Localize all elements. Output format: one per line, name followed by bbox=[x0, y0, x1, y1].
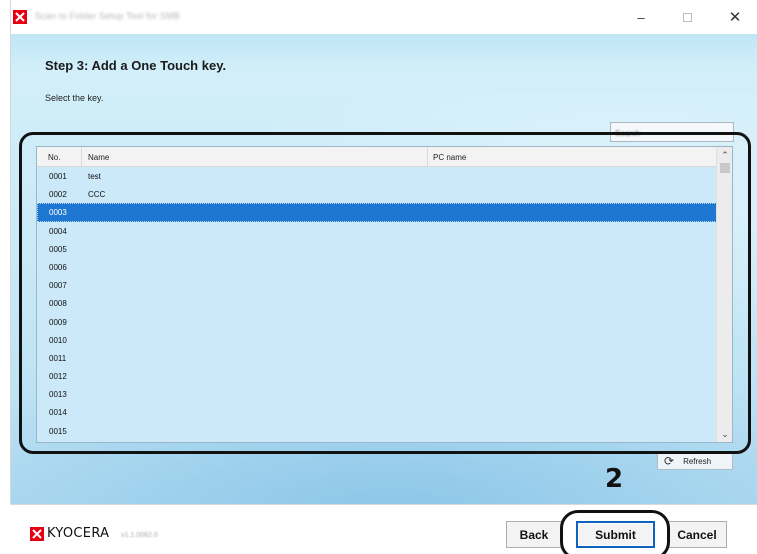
table-row[interactable]: 0013 bbox=[37, 385, 717, 403]
version-text: v1.1.0062.0 bbox=[121, 532, 158, 539]
row-number: 0007 bbox=[49, 281, 67, 291]
vertical-scrollbar[interactable]: ⌃ ⌄ bbox=[716, 147, 732, 442]
table-row[interactable]: 0011 bbox=[37, 349, 717, 367]
table-row[interactable]: 0004 bbox=[37, 222, 717, 240]
row-number: 0014 bbox=[49, 408, 67, 418]
callout-step-number: 2 bbox=[605, 464, 624, 494]
wizard-footer: KYOCERA v1.1.0062.0 Back Submit Cancel bbox=[10, 504, 757, 554]
table-header: No. Name PC name bbox=[37, 147, 717, 167]
table-row-selected[interactable]: 0003 bbox=[37, 203, 717, 222]
scroll-up-icon[interactable]: ⌃ bbox=[717, 147, 732, 163]
refresh-icon: ⟳ bbox=[664, 454, 675, 468]
column-header-no[interactable]: No. bbox=[48, 153, 60, 162]
row-number: 0001 bbox=[49, 172, 67, 181]
row-number: 0005 bbox=[49, 244, 67, 254]
kyocera-logo: KYOCERA bbox=[30, 526, 109, 541]
close-button[interactable]: ✕ bbox=[712, 0, 757, 34]
step-instruction: Select the key. bbox=[45, 93, 104, 103]
row-number: 0003 bbox=[49, 208, 67, 218]
table-row[interactable]: 0008 bbox=[37, 294, 717, 312]
column-header-name[interactable]: Name bbox=[88, 153, 109, 162]
cancel-button[interactable]: Cancel bbox=[667, 521, 727, 548]
row-number: 0012 bbox=[49, 372, 67, 382]
refresh-button[interactable]: ⟳ Refresh bbox=[657, 452, 733, 470]
kyocera-app-icon bbox=[13, 10, 27, 24]
maximize-button[interactable] bbox=[664, 0, 710, 34]
row-number: 0008 bbox=[49, 299, 67, 309]
column-divider[interactable] bbox=[81, 147, 82, 167]
table-row[interactable]: 0010 bbox=[37, 331, 717, 349]
title-bar: Scan to Folder Setup Tool for SMB – ✕ bbox=[11, 0, 757, 34]
table-row[interactable]: 0012 bbox=[37, 367, 717, 385]
row-number: 0002 bbox=[49, 190, 67, 200]
table-row[interactable]: 0009 bbox=[37, 313, 717, 331]
wizard-content: Step 3: Add a One Touch key. Select the … bbox=[11, 34, 757, 504]
minimize-button[interactable]: – bbox=[618, 0, 664, 34]
row-number: 0010 bbox=[49, 335, 67, 345]
step-title: Step 3: Add a One Touch key. bbox=[45, 58, 227, 73]
scrollbar-thumb[interactable] bbox=[720, 163, 730, 173]
table-row[interactable]: 0015 bbox=[37, 422, 717, 440]
row-name: test bbox=[88, 172, 101, 181]
column-header-pc-name[interactable]: PC name bbox=[433, 153, 466, 162]
maximize-icon bbox=[682, 12, 692, 22]
row-number: 0011 bbox=[49, 353, 67, 363]
table-row[interactable]: 0007 bbox=[37, 276, 717, 294]
row-number: 0006 bbox=[49, 262, 67, 272]
search-field[interactable] bbox=[610, 122, 734, 143]
row-number: 0015 bbox=[49, 426, 67, 436]
table-row[interactable]: 0001 test bbox=[37, 167, 717, 185]
back-button[interactable]: Back bbox=[506, 521, 562, 548]
search-input[interactable] bbox=[611, 124, 733, 143]
kyocera-logo-icon bbox=[30, 526, 44, 541]
window-title: Scan to Folder Setup Tool for SMB bbox=[35, 11, 181, 21]
table-row[interactable]: 0006 bbox=[37, 258, 717, 276]
table-body: 0001 test 0002 CCC 0003 0004 0005 0006 000… bbox=[37, 167, 717, 440]
submit-button[interactable]: Submit bbox=[576, 521, 655, 548]
setup-tool-window: Scan to Folder Setup Tool for SMB – ✕ St… bbox=[10, 0, 757, 554]
one-touch-key-table[interactable]: No. Name PC name 0001 test 0002 CCC 0003 0… bbox=[36, 146, 733, 443]
table-row[interactable]: 0014 bbox=[37, 403, 717, 421]
refresh-label: Refresh bbox=[683, 456, 712, 466]
row-number: 0004 bbox=[49, 226, 67, 236]
row-number: 0013 bbox=[49, 390, 67, 400]
table-row[interactable]: 0005 bbox=[37, 240, 717, 258]
row-name: CCC bbox=[88, 190, 106, 200]
scroll-down-icon[interactable]: ⌄ bbox=[717, 426, 732, 442]
row-number: 0009 bbox=[49, 317, 67, 327]
table-row[interactable]: 0002 CCC bbox=[37, 185, 717, 203]
brand-name: KYOCERA bbox=[47, 526, 110, 541]
column-divider[interactable] bbox=[427, 147, 428, 167]
